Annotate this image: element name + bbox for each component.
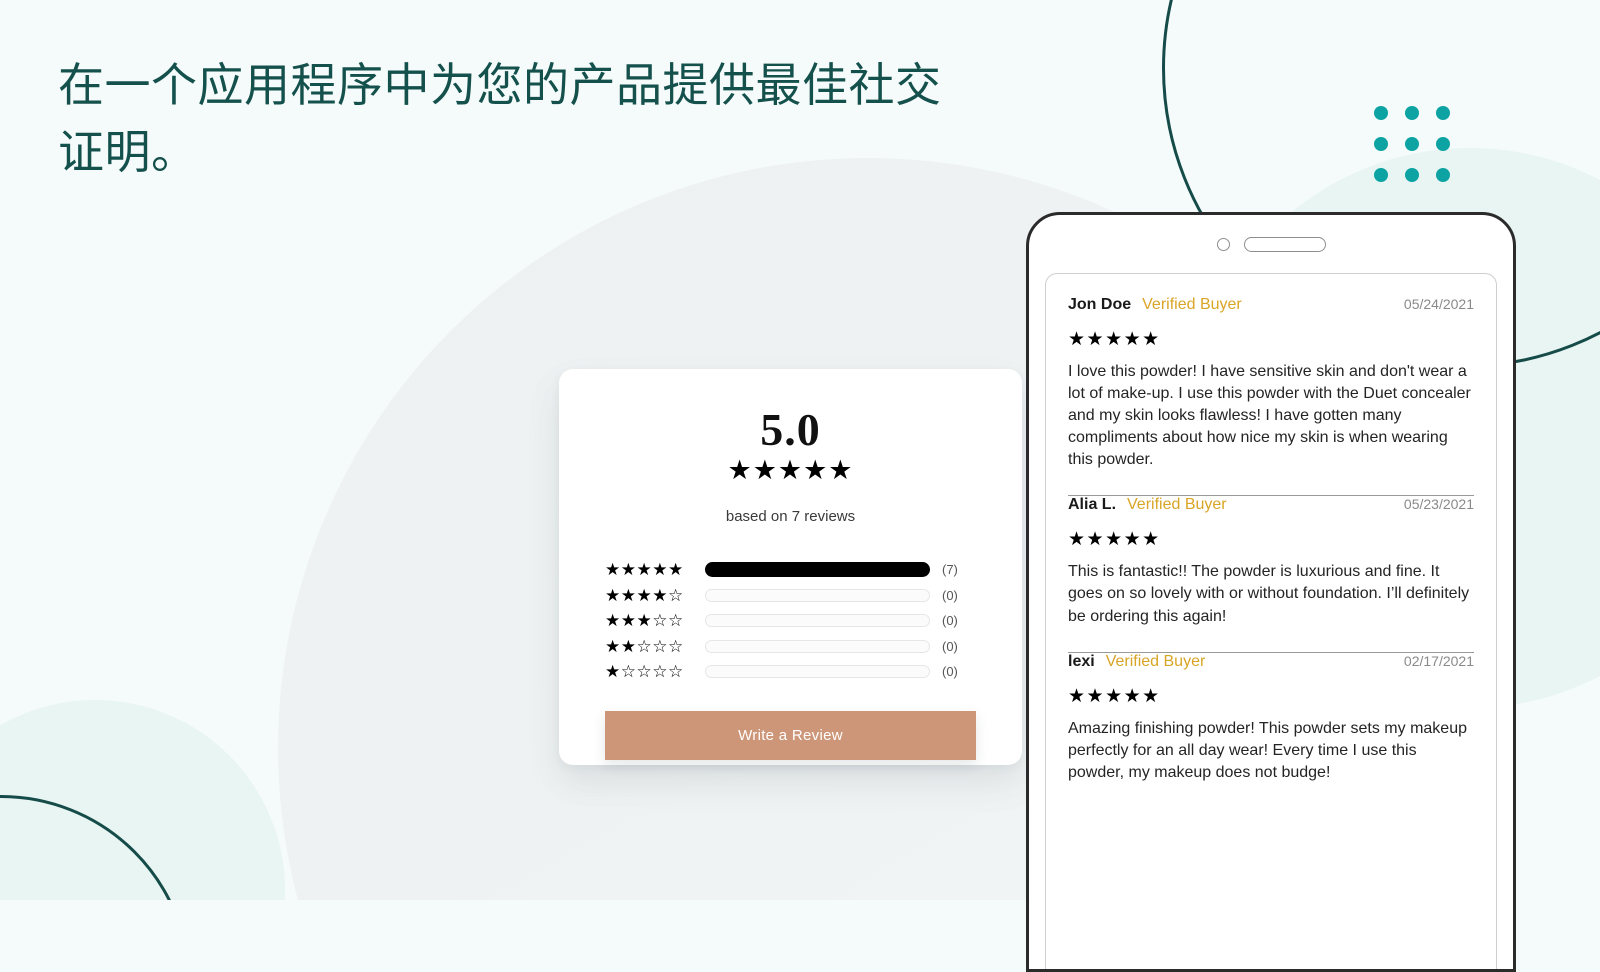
- rating-breakdown-row-1[interactable]: ★☆☆☆☆ (0): [605, 659, 976, 685]
- breakdown-count-5: (7): [942, 562, 958, 578]
- breakdown-bar-4: [705, 588, 930, 602]
- breakdown-bar-3: [705, 614, 930, 628]
- grid-dot: [1405, 137, 1419, 151]
- grid-dot: [1374, 168, 1388, 182]
- rating-breakdown-row-3[interactable]: ★★★☆☆ (0): [605, 608, 976, 634]
- review-item[interactable]: Jon Doe Verified Buyer 05/24/2021 ★★★★★ …: [1068, 296, 1474, 471]
- breakdown-bar-5: [705, 562, 930, 578]
- write-a-review-button[interactable]: Write a Review: [605, 710, 976, 760]
- breakdown-stars-icon: ★★☆☆☆: [605, 636, 684, 656]
- breakdown-stars-icon: ★★★☆☆: [605, 611, 684, 631]
- review-header: Alia L. Verified Buyer 05/23/2021: [1068, 496, 1474, 514]
- grid-dot: [1405, 106, 1419, 120]
- review-item[interactable]: lexi Verified Buyer 02/17/2021 ★★★★★ Ama…: [1068, 653, 1474, 784]
- review-body: Amazing finishing powder! This powder se…: [1068, 719, 1467, 781]
- page-title: 在一个应用程序中为您的产品提供最佳社交证明。: [58, 59, 942, 178]
- phone-mockup: Jon Doe Verified Buyer 05/24/2021 ★★★★★ …: [1026, 212, 1516, 972]
- review-header: lexi Verified Buyer 02/17/2021: [1068, 653, 1474, 671]
- reviewer-name: Alia L.: [1068, 496, 1117, 514]
- breakdown-count-3: (0): [942, 613, 958, 629]
- rating-summary-card: 5.0 ★★★★★ based on 7 reviews ★★★★★ (7) ★…: [559, 369, 1022, 765]
- average-score: 5.0: [760, 404, 821, 455]
- dot-grid-icon: [1374, 106, 1450, 182]
- review-date: 05/24/2021: [1403, 296, 1474, 312]
- reviews-list-card: Jon Doe Verified Buyer 05/24/2021 ★★★★★ …: [1045, 273, 1497, 969]
- grid-dot: [1405, 168, 1419, 182]
- breakdown-bar-1: [705, 665, 930, 679]
- review-date: 02/17/2021: [1403, 652, 1474, 669]
- breakdown-count-2: (0): [942, 638, 958, 654]
- grid-dot: [1436, 106, 1450, 120]
- review-count-label: based on 7 reviews: [725, 508, 856, 525]
- rating-breakdown: ★★★★★ (7) ★★★★☆ (0) ★★★☆☆ (0) ★★☆☆☆ (0) …: [605, 557, 976, 685]
- breakdown-stars-icon: ★☆☆☆☆: [605, 662, 684, 682]
- review-body: This is fantastic!! The powder is luxuri…: [1068, 563, 1470, 625]
- breakdown-count-4: (0): [942, 587, 958, 603]
- review-body: I love this powder! I have sensitive ski…: [1068, 363, 1471, 469]
- verified-badge: Verified Buyer: [1142, 296, 1242, 313]
- review-date: 05/23/2021: [1403, 496, 1474, 513]
- average-stars-icon: ★★★★★: [727, 455, 854, 485]
- grid-dot: [1436, 168, 1450, 182]
- phone-top-bezel: [1029, 215, 1513, 273]
- rating-breakdown-row-5[interactable]: ★★★★★ (7): [605, 557, 976, 583]
- review-header: Jon Doe Verified Buyer 05/24/2021: [1068, 296, 1474, 314]
- grid-dot: [1374, 106, 1388, 120]
- speaker-icon: [1243, 236, 1326, 252]
- rating-breakdown-row-4[interactable]: ★★★★☆ (0): [605, 583, 976, 609]
- verified-badge: Verified Buyer: [1127, 496, 1227, 514]
- review-stars-icon: ★★★★★: [1068, 529, 1161, 551]
- verified-badge: Verified Buyer: [1105, 652, 1206, 670]
- camera-icon: [1216, 237, 1230, 251]
- grid-dot: [1436, 137, 1450, 151]
- grid-dot: [1374, 137, 1388, 151]
- reviewer-name: lexi: [1068, 652, 1095, 670]
- review-item[interactable]: Alia L. Verified Buyer 05/23/2021 ★★★★★ …: [1068, 496, 1474, 627]
- reviewer-name: Jon Doe: [1068, 296, 1132, 313]
- breakdown-stars-icon: ★★★★★: [605, 560, 684, 580]
- breakdown-bar-2: [705, 639, 930, 653]
- review-stars-icon: ★★★★★: [1068, 329, 1161, 350]
- review-stars-icon: ★★★★★: [1068, 685, 1161, 707]
- breakdown-stars-icon: ★★★★☆: [605, 585, 684, 605]
- rating-breakdown-row-2[interactable]: ★★☆☆☆ (0): [605, 634, 976, 660]
- breakdown-count-1: (0): [942, 664, 958, 680]
